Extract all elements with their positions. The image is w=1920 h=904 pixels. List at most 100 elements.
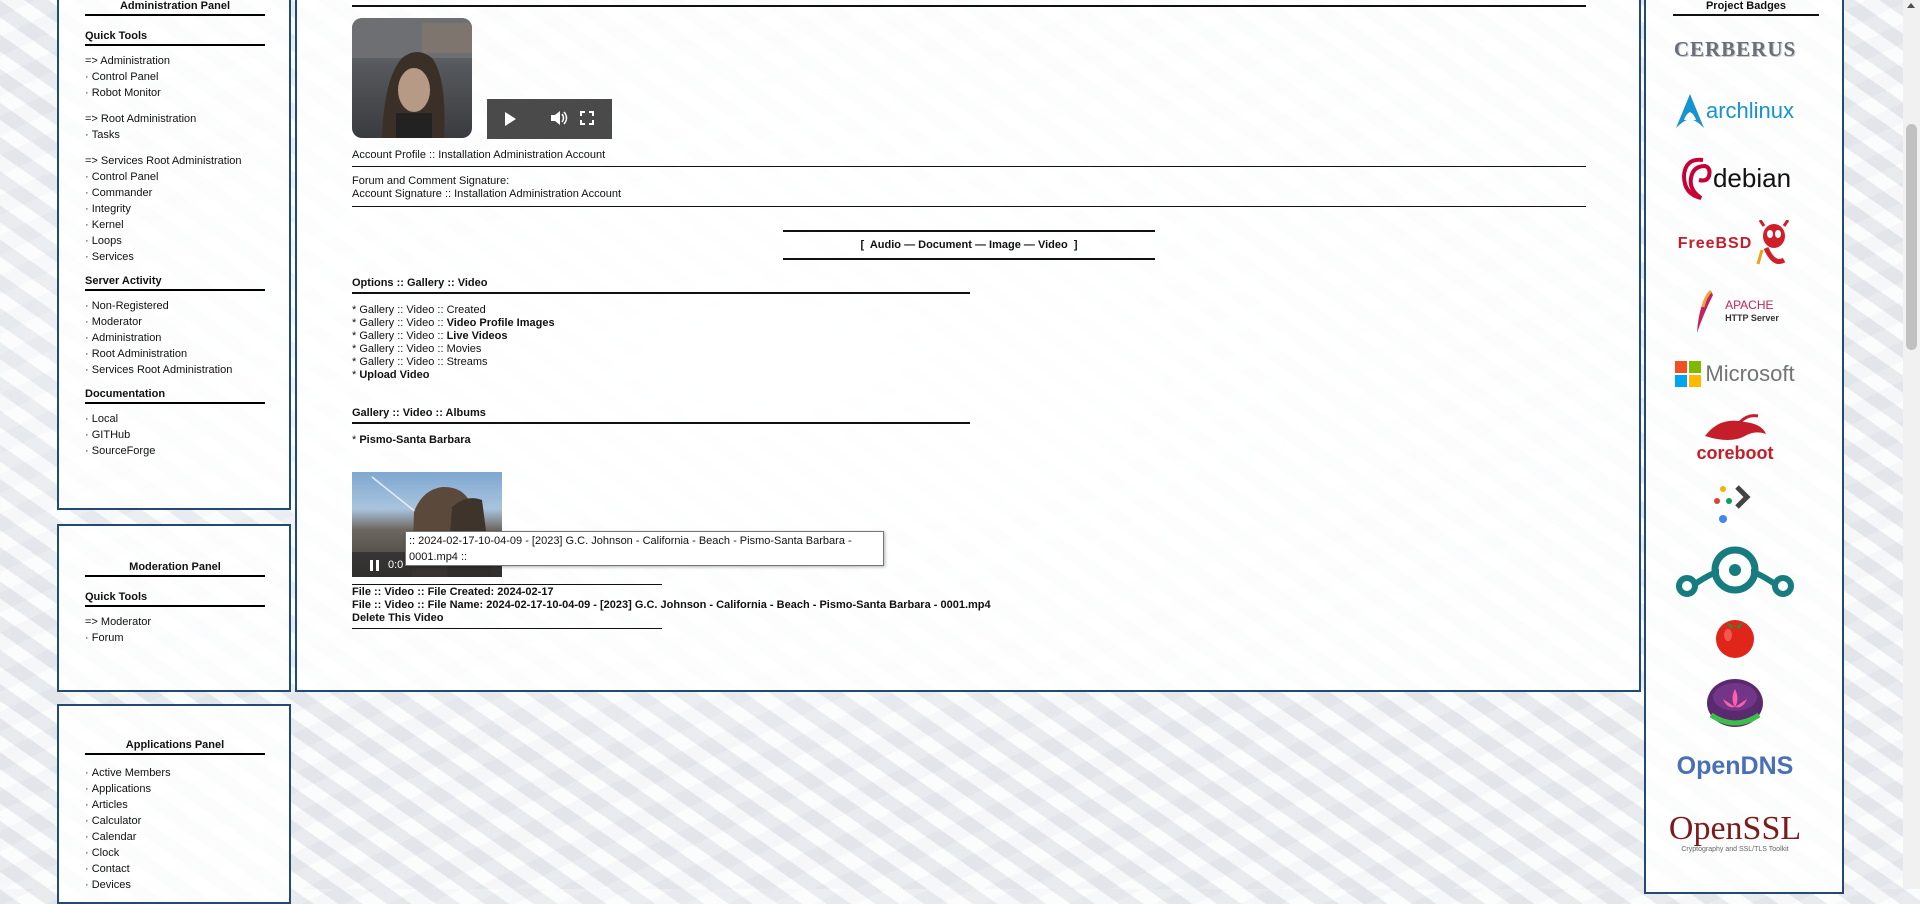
doc-item-local[interactable]: · Local [85,411,265,427]
microsoft-badge[interactable]: Microsoft [1673,352,1797,396]
admin-nav-list: => Administration · Control Panel · Robo… [85,53,265,265]
lineage-os-icon [1676,546,1794,597]
top-divider [352,5,1586,7]
tomato-badge[interactable] [1673,612,1797,660]
option-live-videos[interactable]: * Gallery :: Video :: Live Videos [352,330,555,343]
account-signature: Account Signature :: Installation Admini… [352,188,622,200]
profile-video-thumbnail[interactable] [352,18,472,138]
file-created: File :: Video :: File Created: 2024-02-1… [352,586,554,598]
documentation-list: · Local · GITHub · SourceForge [85,411,265,459]
cerberus-badge[interactable]: CERBERUS [1673,24,1797,74]
openssl-badge[interactable]: OpenSSL Cryptography and SSL/TLS Toolkit [1669,806,1801,858]
file-name: File :: Video :: File Name: 2024-02-17-1… [352,599,991,611]
activity-item-administration[interactable]: · Administration [85,330,265,346]
options-heading: Options :: Gallery :: Video [352,277,970,294]
player-time: 0:0 [388,559,404,571]
nav-item-tasks[interactable]: · Tasks [85,127,265,143]
quick-tools-heading: Quick Tools [85,30,265,46]
app-item-calculator[interactable]: · Calculator [85,813,265,829]
media-nav-image[interactable]: Image [989,239,1021,251]
nav-item-commander[interactable]: · Commander [85,185,265,201]
nav-item-robot-monitor[interactable]: · Robot Monitor [85,85,265,101]
fullscreen-icon[interactable] [580,110,594,128]
option-video-profile-images[interactable]: * Gallery :: Video :: Video Profile Imag… [352,317,555,330]
nav-item-control-panel[interactable]: · Control Panel [85,69,265,85]
activity-list: · Non-Registered · Moderator · Administr… [85,298,265,378]
doc-item-github[interactable]: · GITHub [85,427,265,443]
scrollbar-thumb[interactable] [1906,124,1917,350]
nav-item-loops[interactable]: · Loops [85,233,265,249]
nav-group-administration[interactable]: => Administration [85,53,265,69]
moderation-nav-list: => Moderator · Forum [85,614,265,646]
debian-swirl-icon [1681,157,1712,200]
panel-title: Project Badges [1673,0,1819,16]
activity-item-services-root[interactable]: · Services Root Administration [85,362,265,378]
option-movies[interactable]: * Gallery :: Video :: Movies [352,343,555,356]
app-item-clock[interactable]: · Clock [85,845,265,861]
lotus-icon [1707,679,1763,727]
documentation-heading: Documentation [85,388,265,404]
lotus-badge[interactable] [1673,674,1797,730]
media-nav-video[interactable]: Video [1038,239,1068,251]
option-streams[interactable]: * Gallery :: Video :: Streams [352,356,555,369]
activity-item-non-registered[interactable]: · Non-Registered [85,298,265,314]
opendns-badge[interactable]: OpenDNS [1673,746,1797,786]
activity-item-moderator[interactable]: · Moderator [85,314,265,330]
nav-group-services-root[interactable]: => Services Root Administration [85,153,265,169]
scroll-up-arrow-icon[interactable] [1907,3,1915,8]
app-item-active-members[interactable]: · Active Members [85,765,265,781]
debian-badge[interactable]: debian [1673,150,1797,206]
app-item-contact[interactable]: · Contact [85,861,265,877]
applications-panel: Applications Panel · Active Members · Ap… [57,704,291,904]
lineage-badge[interactable] [1673,540,1797,604]
play-icon[interactable] [505,112,516,126]
nav-item-services-control-panel[interactable]: · Control Panel [85,169,265,185]
account-profile-link[interactable]: Account Profile :: Installation Administ… [352,149,605,161]
media-nav-document[interactable]: Document [918,239,972,251]
media-type-nav: [ Audio — Document — Image — Video ] [783,230,1155,260]
moderation-panel: Moderation Panel Quick Tools => Moderato… [57,524,291,692]
coreboot-hare-icon [1705,414,1766,440]
dots-chevron-icon [1714,485,1751,523]
nav-item-services[interactable]: · Services [85,249,265,265]
microsoft-logo-icon [1675,361,1702,387]
app-item-calendar[interactable]: · Calendar [85,829,265,845]
volume-icon[interactable] [550,110,568,129]
nav-item-integrity[interactable]: · Integrity [85,201,265,217]
apache-badge[interactable]: APACHE HTTP Server [1673,284,1797,340]
page-scrollbar[interactable] [1903,0,1920,889]
divider [352,206,1586,207]
quick-tools-heading: Quick Tools [85,591,265,607]
divider [352,584,662,585]
tomato-icon [1716,620,1754,658]
panel-title: Applications Panel [85,739,265,755]
app-item-articles[interactable]: · Articles [85,797,265,813]
delete-video-link[interactable]: Delete This Video [352,612,444,625]
nav-group-moderator[interactable]: => Moderator [85,614,265,630]
album-item[interactable]: * Pismo-Santa Barbara [352,434,471,446]
panel-title: Moderation Panel [85,561,265,577]
signature-label: Forum and Comment Signature: [352,175,510,187]
nav-item-forum[interactable]: · Forum [85,630,265,646]
nav-group-root-administration[interactable]: => Root Administration [85,111,265,127]
panel-title: Administration Panel [85,0,265,16]
app-item-applications[interactable]: · Applications [85,781,265,797]
media-nav-audio[interactable]: Audio [870,239,901,251]
app-item-devices[interactable]: · Devices [85,877,265,893]
coreboot-badge[interactable]: coreboot [1673,410,1797,466]
server-activity-heading: Server Activity [85,275,265,291]
activity-item-root-administration[interactable]: · Root Administration [85,346,265,362]
person-portrait-icon [352,18,472,138]
archlinux-badge[interactable]: archlinux [1673,88,1797,134]
nav-item-kernel[interactable]: · Kernel [85,217,265,233]
option-upload-video[interactable]: * Upload Video [352,369,555,382]
administration-panel: Administration Panel Quick Tools => Admi… [57,0,291,510]
divider [352,628,662,629]
applications-list: · Active Members · Applications · Articl… [85,765,265,893]
dots-arrow-badge[interactable] [1673,478,1797,528]
freebsd-badge[interactable]: FreeBSD [1673,216,1797,272]
doc-item-sourceforge[interactable]: · SourceForge [85,443,265,459]
divider [352,166,1586,167]
pause-icon[interactable] [370,560,373,571]
option-created[interactable]: * Gallery :: Video :: Created [352,304,555,317]
